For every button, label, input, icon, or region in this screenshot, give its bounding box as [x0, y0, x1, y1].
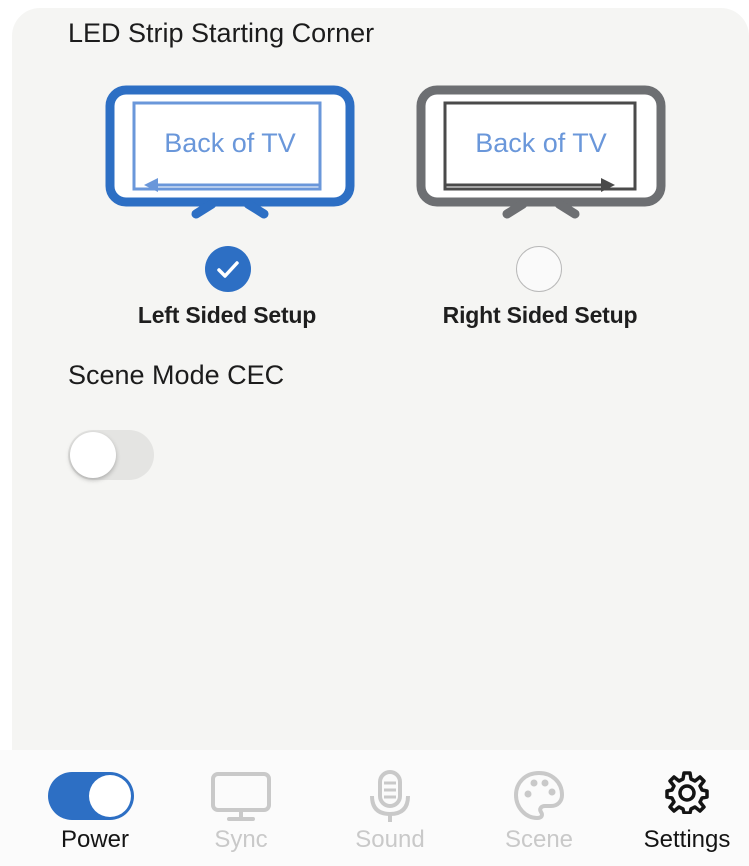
palette-icon	[513, 770, 565, 821]
tab-power[interactable]: Power	[25, 750, 165, 866]
led-strip-section-title: LED Strip Starting Corner	[68, 18, 375, 48]
tab-settings-label: Settings	[643, 826, 731, 853]
left-sided-radio[interactable]	[205, 246, 251, 292]
monitor-icon	[211, 772, 271, 821]
tab-scene-label: Scene	[504, 826, 574, 853]
tab-scene[interactable]: Scene	[469, 750, 609, 866]
right-sided-setup-label: Right Sided Setup	[442, 302, 638, 328]
scene-mode-cec-toggle[interactable]	[68, 430, 154, 480]
microphone-icon	[370, 770, 410, 822]
power-switch[interactable]	[48, 772, 134, 820]
power-switch-knob	[89, 775, 131, 817]
tab-power-label: Power	[60, 826, 130, 853]
toggle-knob	[70, 432, 116, 478]
left-sided-setup-label: Left Sided Setup	[137, 302, 317, 328]
right-sided-tv-diagram[interactable]: Back of TV	[415, 84, 667, 224]
left-sided-tv-diagram[interactable]: Back of TV	[104, 84, 356, 224]
tv-left-text: Back of TV	[164, 128, 296, 158]
tab-sound[interactable]: Sound	[320, 750, 460, 866]
gear-icon	[665, 771, 709, 814]
tab-settings[interactable]: Settings	[617, 750, 749, 866]
tab-sound-label: Sound	[355, 826, 425, 853]
scene-mode-cec-title: Scene Mode CEC	[68, 360, 285, 390]
right-sided-radio[interactable]	[516, 246, 562, 292]
checkmark-icon	[217, 261, 239, 278]
bottom-tab-bar: Power Sync Sound Scene Settings	[0, 750, 749, 866]
tab-sync-label: Sync	[214, 826, 268, 853]
tab-sync[interactable]: Sync	[171, 750, 311, 866]
tv-right-text: Back of TV	[475, 128, 607, 158]
